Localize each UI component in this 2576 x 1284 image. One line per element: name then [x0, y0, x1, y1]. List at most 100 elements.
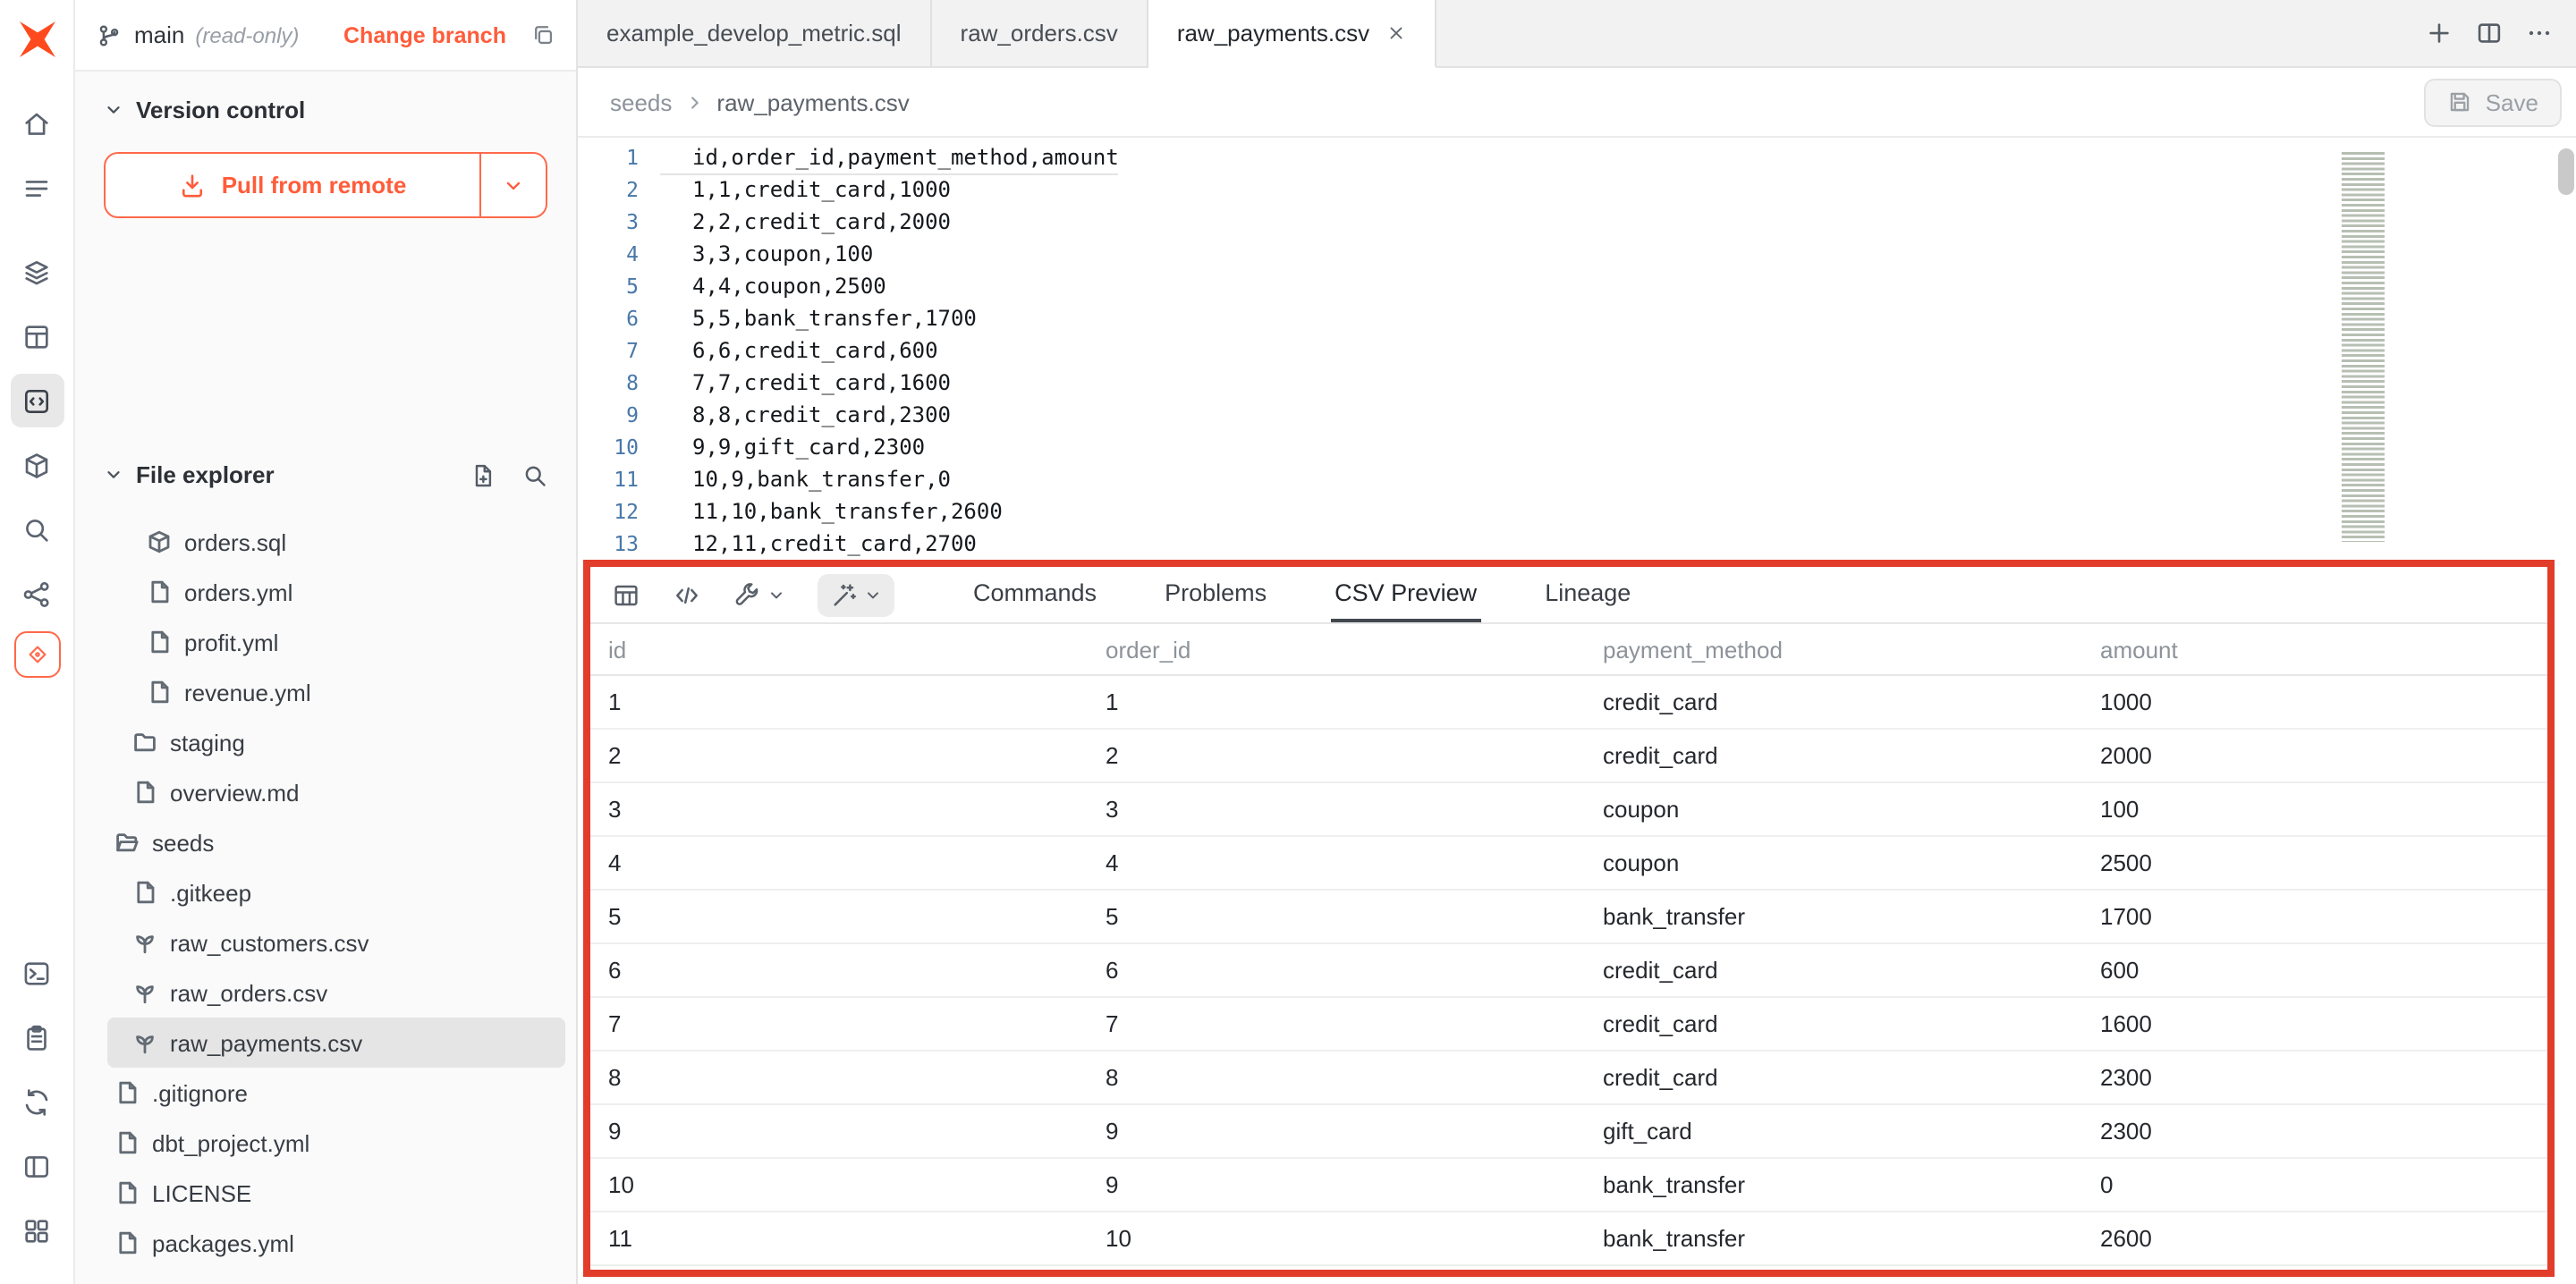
code-text: 11,10,bank_transfer,2600 [660, 495, 1003, 528]
file-item-packages.yml[interactable]: packages.yml [107, 1218, 565, 1268]
results-grid-view-button[interactable] [612, 580, 640, 609]
tab-raw_orders.csv[interactable]: raw_orders.csv [932, 0, 1148, 66]
table-cell: 10 [590, 1171, 1088, 1198]
table-cell: bank_transfer [1585, 1171, 2082, 1198]
code-text: 7,7,credit_card,1600 [660, 367, 951, 399]
file-item-dbt_project.yml[interactable]: dbt_project.yml [107, 1118, 565, 1168]
code-text: 9,9,gift_card,2300 [660, 431, 925, 463]
rail-search-doc-button[interactable] [10, 503, 64, 556]
copy-icon[interactable] [531, 23, 555, 46]
save-button[interactable]: Save [2425, 78, 2562, 126]
tab-label: raw_orders.csv [961, 20, 1118, 46]
breadcrumb-folder[interactable]: seeds [610, 89, 672, 115]
file-item-orders.sql[interactable]: orders.sql [107, 517, 565, 567]
table-row: 66credit_card600 [590, 944, 2547, 998]
code-text: 4,4,coupon,2500 [660, 270, 886, 302]
table-cell: 9 [1088, 1171, 1585, 1198]
more-options-icon[interactable] [2526, 20, 2553, 46]
dbt-logo-icon[interactable] [13, 16, 60, 63]
table-row: 11credit_card1000 [590, 676, 2547, 730]
file-item-seeds[interactable]: seeds [107, 817, 565, 867]
file-item-profit.yml[interactable]: profit.yml [107, 617, 565, 667]
editor-scrollbar-thumb[interactable] [2558, 148, 2574, 195]
semantic-layer-icon [24, 642, 49, 667]
panel-tab-Problems[interactable]: Problems [1161, 567, 1270, 622]
table-cell: 2500 [2082, 849, 2547, 876]
rail-list-button[interactable] [10, 161, 64, 215]
wrench-icon [733, 580, 762, 609]
code-editor[interactable]: 1id,order_id,payment_method,amount21,1,c… [578, 138, 2576, 560]
ai-assist-button[interactable] [818, 573, 894, 616]
file-label: seeds [152, 829, 214, 856]
rail-clipboard-button[interactable] [10, 1010, 64, 1064]
file-item-.gitkeep[interactable]: .gitkeep [107, 867, 565, 917]
rail-stack-button[interactable] [10, 245, 64, 299]
table-row: 55bank_transfer1700 [590, 891, 2547, 944]
file-item-orders.yml[interactable]: orders.yml [107, 567, 565, 617]
file-item-overview.md[interactable]: overview.md [107, 767, 565, 817]
file-item-revenue.yml[interactable]: revenue.yml [107, 667, 565, 717]
line-number: 1 [578, 141, 660, 173]
doc-icon [147, 579, 172, 604]
close-tab-icon[interactable] [1385, 23, 1405, 43]
rail-terminal-button[interactable] [10, 946, 64, 1000]
panel-tab-CSV Preview[interactable]: CSV Preview [1331, 567, 1480, 622]
file-item-raw_customers.csv[interactable]: raw_customers.csv [107, 917, 565, 967]
apps-icon [21, 1215, 52, 1246]
editor-minimap[interactable] [2342, 152, 2385, 542]
pull-from-remote-main[interactable]: Pull from remote [106, 154, 481, 216]
file-explorer-header[interactable]: File explorer [75, 461, 576, 488]
new-file-icon[interactable] [470, 462, 496, 487]
panel-tab-Lineage[interactable]: Lineage [1541, 567, 1634, 622]
file-explorer-section: File explorer orders.sqlorders.ymlprofit… [75, 411, 576, 1284]
rail-apps-button[interactable] [10, 1204, 64, 1257]
file-item-LICENSE[interactable]: LICENSE [107, 1168, 565, 1218]
table-cell: bank_transfer [1585, 1225, 2082, 1252]
chevron-down-icon [864, 586, 882, 604]
rail-layout-button[interactable] [10, 1139, 64, 1193]
change-branch-link[interactable]: Change branch [343, 22, 506, 47]
rail-semantic-layer-button[interactable] [13, 631, 60, 678]
results-code-view-button[interactable] [673, 580, 701, 609]
code-line: 32,2,credit_card,2000 [578, 206, 2576, 238]
split-editor-icon[interactable] [2476, 20, 2503, 46]
file-explorer-title: File explorer [136, 461, 275, 488]
pull-from-remote-button[interactable]: Pull from remote [104, 152, 547, 218]
line-number: 3 [578, 206, 660, 238]
code-line: 21,1,credit_card,1000 [578, 173, 2576, 206]
rail-develop-button[interactable] [10, 374, 64, 427]
table-row: 109bank_transfer0 [590, 1159, 2547, 1212]
version-control-header[interactable]: Version control [104, 97, 547, 123]
table-cell: credit_card [1585, 1064, 2082, 1091]
code-line: 76,6,credit_card,600 [578, 334, 2576, 367]
file-item-.gitignore[interactable]: .gitignore [107, 1068, 565, 1118]
add-tab-icon[interactable] [2426, 20, 2453, 46]
rail-network-button[interactable] [10, 567, 64, 621]
rail-sync-button[interactable] [10, 1075, 64, 1128]
column-header: payment_method [1585, 636, 2082, 663]
rail-package-button[interactable] [10, 438, 64, 492]
code-line: 65,5,bank_transfer,1700 [578, 302, 2576, 334]
rail-grid-button[interactable] [10, 309, 64, 363]
pull-dropdown-button[interactable] [481, 154, 546, 216]
chevron-down-icon [104, 100, 123, 120]
panel-tab-Commands[interactable]: Commands [970, 567, 1100, 622]
model-icon [147, 529, 172, 554]
code-line: 1id,order_id,payment_method,amount [578, 141, 2576, 173]
tab-example_develop_metric.sql[interactable]: example_develop_metric.sql [578, 0, 932, 66]
rail-home-button[interactable] [10, 97, 64, 150]
file-item-raw_orders.csv[interactable]: raw_orders.csv [107, 967, 565, 1018]
panel-tabs: Commands Problems CSV Preview Lineage [970, 567, 1634, 622]
doc-icon [147, 629, 172, 655]
code-view-icon [673, 580, 701, 609]
code-line: 1110,9,bank_transfer,0 [578, 463, 2576, 495]
table-cell: credit_card [1585, 1010, 2082, 1037]
file-item-staging[interactable]: staging [107, 717, 565, 767]
table-cell: 4 [1088, 849, 1585, 876]
build-button[interactable] [733, 580, 785, 609]
code-line: 1211,10,bank_transfer,2600 [578, 495, 2576, 528]
table-cell: credit_card [1585, 688, 2082, 715]
file-item-raw_payments.csv[interactable]: raw_payments.csv [107, 1018, 565, 1068]
search-icon[interactable] [522, 462, 547, 487]
tab-raw_payments.csv[interactable]: raw_payments.csv [1148, 0, 1436, 68]
